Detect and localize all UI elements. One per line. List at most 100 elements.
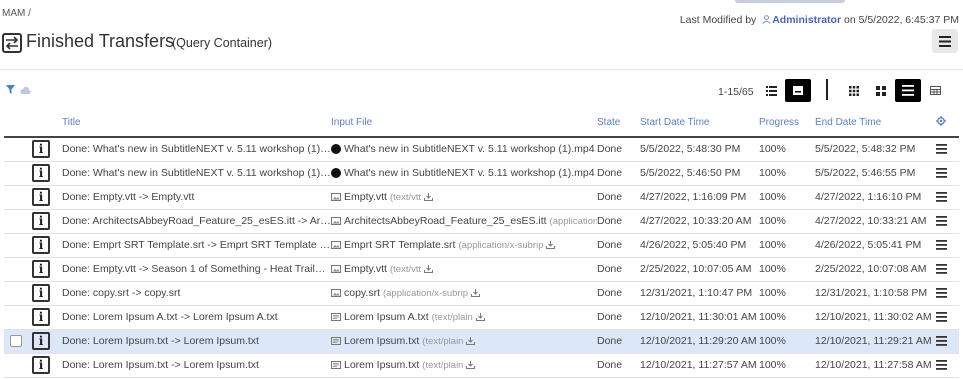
- row-menu-cell[interactable]: [936, 137, 959, 162]
- row-menu-icon[interactable]: [936, 240, 947, 250]
- breadcrumb[interactable]: MAM /: [2, 8, 31, 19]
- row-menu-icon[interactable]: [936, 360, 947, 370]
- info-icon[interactable]: i: [32, 260, 50, 278]
- table-row[interactable]: i Done: ArchitectsAbbeyRoad_Feature_25_es…: [4, 209, 959, 234]
- download-icon[interactable]: [424, 265, 434, 273]
- row-info-cell[interactable]: i: [32, 185, 62, 210]
- column-header-start-date-time[interactable]: Start Date Time: [640, 108, 759, 138]
- row-select-cell[interactable]: [4, 185, 32, 210]
- row-menu-icon[interactable]: [936, 288, 947, 298]
- row-input-file[interactable]: What's new in SubtitleNEXT v. 5.11 works…: [331, 161, 597, 186]
- info-icon[interactable]: i: [32, 236, 50, 254]
- row-menu-cell[interactable]: [936, 209, 959, 234]
- table-row[interactable]: i Done: What's new in SubtitleNEXT v. 5.1…: [4, 137, 959, 162]
- row-input-file[interactable]: Empty.vtt (text/vtt: [331, 257, 597, 282]
- header-menu-button[interactable]: [932, 29, 958, 53]
- row-select-cell[interactable]: [4, 137, 32, 162]
- column-header-title[interactable]: Title: [62, 108, 331, 138]
- row-menu-icon[interactable]: [936, 168, 947, 178]
- column-header-progress[interactable]: Progress: [759, 108, 815, 138]
- info-icon[interactable]: i: [32, 284, 50, 302]
- row-title[interactable]: Done: Empty.vtt -> Empty.vtt: [62, 185, 331, 210]
- row-info-cell[interactable]: i: [32, 353, 62, 378]
- input-file-name[interactable]: Lorem Ipsum.txt: [344, 359, 419, 371]
- table-row[interactable]: i Done: copy.srt -> copy.srt copy.srt (appl…: [4, 281, 959, 306]
- last-modified-user-link[interactable]: Administrator: [772, 14, 841, 26]
- row-input-file[interactable]: ArchitectsAbbeyRoad_Feature_25_esES.itt(…: [331, 209, 597, 234]
- row-info-cell[interactable]: i: [32, 161, 62, 186]
- info-icon[interactable]: i: [32, 164, 50, 182]
- row-menu-cell[interactable]: [936, 353, 959, 378]
- input-file-name[interactable]: What's new in SubtitleNEXT v. 5.11 works…: [344, 167, 595, 179]
- row-menu-cell[interactable]: [936, 257, 959, 282]
- table-row[interactable]: i Done: Emprt SRT Template.srt -> Emprt S…: [4, 233, 959, 258]
- row-title[interactable]: Done: ArchitectsAbbeyRoad_Feature_25_esE…: [62, 209, 331, 234]
- compact-view-button[interactable]: [785, 79, 811, 102]
- info-icon[interactable]: i: [32, 140, 50, 159]
- row-title[interactable]: Done: Lorem Ipsum A.txt -> Lorem Ipsum A…: [62, 305, 331, 330]
- info-icon[interactable]: i: [32, 332, 50, 350]
- input-file-name[interactable]: Empty.vtt: [344, 191, 387, 203]
- info-icon[interactable]: i: [32, 188, 50, 206]
- table-row[interactable]: i Done: Empty.vtt -> Season 1 of Somethin…: [4, 257, 959, 282]
- row-checkbox[interactable]: [10, 335, 22, 348]
- row-menu-cell[interactable]: [936, 281, 959, 306]
- row-select-cell[interactable]: [4, 161, 32, 186]
- row-menu-icon[interactable]: [936, 312, 947, 322]
- row-title[interactable]: Done: Emprt SRT Template.srt -> Emprt SR…: [62, 233, 331, 258]
- info-icon[interactable]: i: [32, 212, 50, 230]
- list-detail-view-button[interactable]: [758, 79, 784, 102]
- row-info-cell[interactable]: i: [32, 305, 62, 330]
- input-file-name[interactable]: Empty.vtt: [344, 263, 387, 275]
- row-select-cell[interactable]: [4, 209, 32, 234]
- row-menu-icon[interactable]: [936, 192, 947, 202]
- column-header-end-date-time[interactable]: End Date Time: [815, 108, 936, 138]
- gear-icon[interactable]: [936, 115, 946, 126]
- row-menu-cell[interactable]: [936, 305, 959, 330]
- table-row[interactable]: i Done: Lorem Ipsum.txt -> Lorem Ipsum.tx…: [4, 329, 959, 354]
- row-title[interactable]: Done: copy.srt -> copy.srt: [62, 281, 331, 306]
- row-select-cell[interactable]: [4, 281, 32, 306]
- column-settings-header[interactable]: [936, 108, 959, 138]
- row-info-cell[interactable]: i: [32, 281, 62, 306]
- row-title[interactable]: Done: What's new in SubtitleNEXT v. 5.11…: [62, 137, 331, 162]
- row-menu-cell[interactable]: [936, 185, 959, 210]
- download-icon[interactable]: [471, 289, 480, 297]
- row-info-cell[interactable]: i: [32, 257, 62, 282]
- input-file-name[interactable]: Emprt SRT Template.srt: [344, 239, 455, 251]
- download-icon[interactable]: [466, 361, 476, 369]
- row-info-cell[interactable]: i: [32, 137, 62, 162]
- row-menu-icon[interactable]: [936, 144, 947, 155]
- row-menu-cell[interactable]: [936, 329, 959, 354]
- row-title[interactable]: Done: Lorem Ipsum.txt -> Lorem Ipsum.txt: [62, 329, 331, 354]
- input-file-name[interactable]: What's new in SubtitleNEXT v. 5.11 works…: [344, 143, 595, 155]
- table-row[interactable]: i Done: Lorem Ipsum A.txt -> Lorem Ipsum …: [4, 305, 959, 330]
- download-icon[interactable]: [424, 193, 434, 201]
- info-icon[interactable]: i: [32, 356, 50, 374]
- row-select-cell[interactable]: [4, 257, 32, 282]
- row-input-file[interactable]: Empty.vtt (text/vtt: [331, 185, 597, 210]
- row-select-cell[interactable]: [4, 233, 32, 258]
- table-row[interactable]: i Done: Empty.vtt -> Empty.vtt Empty.vtt (t…: [4, 185, 959, 210]
- row-input-file[interactable]: What's new in SubtitleNEXT v. 5.11 works…: [331, 137, 597, 162]
- cloud-icon[interactable]: [20, 86, 31, 94]
- row-select-cell[interactable]: [4, 305, 32, 330]
- download-icon[interactable]: [546, 241, 556, 249]
- row-input-file[interactable]: Lorem Ipsum A.txt (text/plain: [331, 305, 597, 330]
- row-select-cell[interactable]: [4, 329, 32, 354]
- column-header-state[interactable]: State: [597, 108, 640, 138]
- filter-icon[interactable]: [6, 85, 15, 94]
- input-file-name[interactable]: Lorem Ipsum A.txt: [344, 311, 429, 323]
- row-input-file[interactable]: Emprt SRT Template.srt (application/x-sub…: [331, 233, 597, 258]
- row-info-cell[interactable]: i: [32, 329, 62, 354]
- row-input-file[interactable]: copy.srt (application/x-subrip: [331, 281, 597, 306]
- input-file-name[interactable]: Lorem Ipsum.txt: [344, 335, 419, 347]
- row-title[interactable]: Done: What's new in SubtitleNEXT v. 5.11…: [62, 161, 331, 186]
- row-title[interactable]: Done: Lorem Ipsum.txt -> Lorem Ipsum.txt: [62, 353, 331, 378]
- input-file-name[interactable]: copy.srt: [344, 287, 380, 299]
- row-input-file[interactable]: Lorem Ipsum.txt (text/plain: [331, 329, 597, 354]
- row-select-cell[interactable]: [4, 353, 32, 378]
- column-header-input-file[interactable]: Input File: [331, 108, 597, 138]
- row-info-cell[interactable]: i: [32, 209, 62, 234]
- row-input-file[interactable]: Lorem Ipsum.txt (text/plain: [331, 353, 597, 378]
